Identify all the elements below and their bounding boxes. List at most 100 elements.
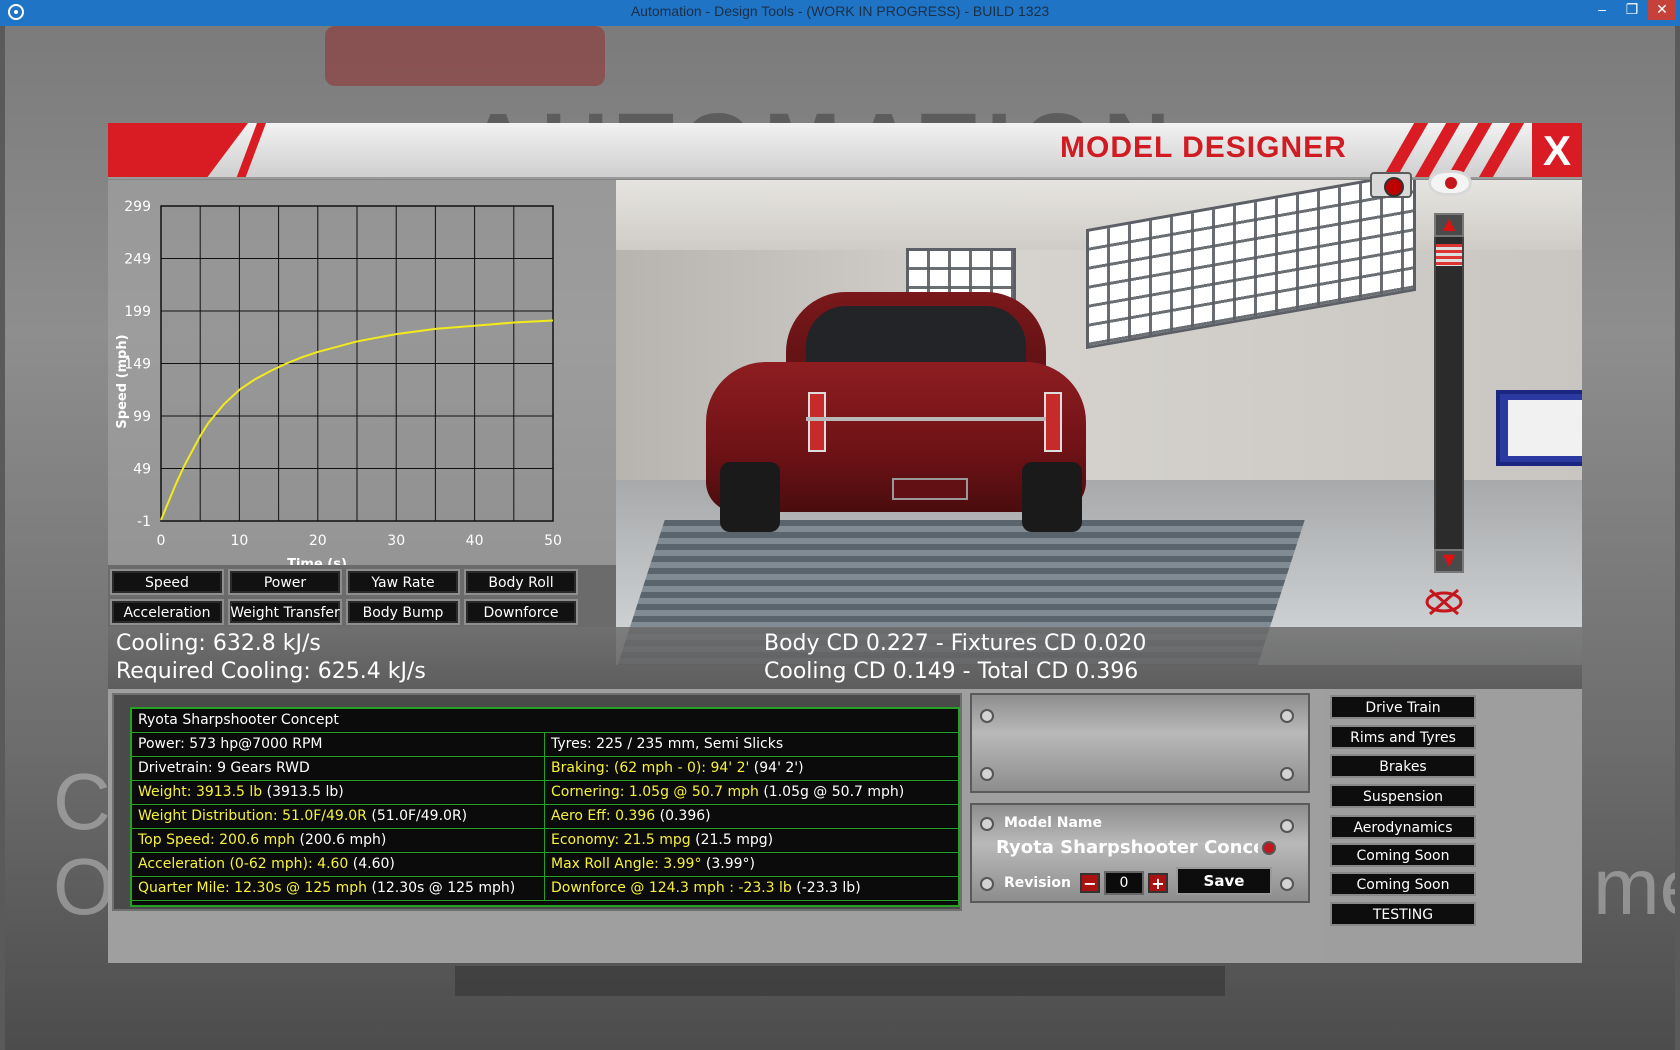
minimize-button[interactable]: – bbox=[1588, 0, 1616, 20]
zoom-scrollbar[interactable] bbox=[1434, 213, 1464, 573]
stat-cell-right: Braking: (62 mph - 0): 94' 2' (94' 2') bbox=[545, 757, 958, 781]
stat-value: Weight: 3913.5 lb bbox=[138, 784, 263, 800]
car-wheel bbox=[720, 462, 780, 532]
stat-reference: (4.60) bbox=[348, 856, 395, 872]
table-row: Quarter Mile: 12.30s @ 125 mph (12.30s @… bbox=[132, 877, 958, 901]
stat-cell-left: Quarter Mile: 12.30s @ 125 mph (12.30s @… bbox=[132, 877, 545, 901]
table-row: Power: 573 hp@7000 RPM Tyres: 225 / 235 m… bbox=[132, 733, 958, 757]
stat-reference: (51.0F/49.0R) bbox=[366, 808, 468, 824]
designer-menu: Drive Train Rims and Tyres Brakes Suspen… bbox=[1324, 689, 1582, 963]
graph-body-roll-button[interactable]: Body Roll bbox=[464, 569, 578, 595]
revision-decrement-button[interactable]: − bbox=[1080, 873, 1100, 893]
stats-frame: Ryota Sharpshooter Concept Power: 573 hp… bbox=[112, 693, 962, 911]
menu-suspension[interactable]: Suspension bbox=[1330, 784, 1476, 808]
close-designer-button[interactable]: X bbox=[1532, 123, 1582, 177]
background-red-shape bbox=[325, 26, 605, 86]
bottom-panel: Ryota Sharpshooter Concept Power: 573 hp… bbox=[108, 689, 1582, 963]
bolt-icon bbox=[980, 709, 994, 723]
stat-cell-right: Economy: 21.5 mpg (21.5 mpg) bbox=[545, 829, 958, 853]
drag-coefficients-2: Cooling CD 0.149 - Total CD 0.396 bbox=[764, 659, 1139, 684]
stat-cell-left: Weight Distribution: 51.0F/49.0R (51.0F/… bbox=[132, 805, 545, 829]
background-bar bbox=[455, 966, 1225, 996]
model-name-field[interactable]: Ryota Sharpshooter Concept bbox=[996, 837, 1258, 858]
hide-view-icon[interactable] bbox=[1424, 588, 1464, 616]
bolt-icon bbox=[980, 817, 994, 831]
save-button[interactable]: Save bbox=[1176, 867, 1272, 895]
bolt-icon bbox=[980, 877, 994, 891]
bolt-icon bbox=[980, 767, 994, 781]
graph-power-button[interactable]: Power bbox=[228, 569, 342, 595]
stat-value: Economy: 21.5 mpg bbox=[551, 832, 691, 848]
background-text-c: C bbox=[53, 757, 111, 846]
bolt-icon bbox=[1280, 819, 1294, 833]
graph-body-bump-button[interactable]: Body Bump bbox=[346, 599, 460, 625]
revision-label: Revision bbox=[1004, 875, 1071, 891]
graph-speed-button[interactable]: Speed bbox=[110, 569, 224, 595]
y-tick-label: 49 bbox=[133, 462, 151, 478]
scroll-thumb[interactable] bbox=[1436, 244, 1462, 266]
stat-cell-right: Downforce @ 124.3 mph : -23.3 lb (-23.3 … bbox=[545, 877, 958, 901]
window-title: Automation - Design Tools - (WORK IN PRO… bbox=[630, 3, 1050, 19]
table-row: Drivetrain: 9 Gears RWD Braking: (62 mph … bbox=[132, 757, 958, 781]
table-row: Weight: 3913.5 lb (3913.5 lb) Cornering: … bbox=[132, 781, 958, 805]
x-axis-label: Time (s) bbox=[287, 557, 347, 565]
stat-reference: (3.99°) bbox=[701, 856, 756, 872]
graph-downforce-button[interactable]: Downforce bbox=[464, 599, 578, 625]
speed-chart: 0 10 20 30 40 50-14999149199249299Time (s)Spe… bbox=[115, 199, 562, 565]
stat-reference: (0.396) bbox=[655, 808, 711, 824]
stat-value: Power: 573 hp@7000 RPM bbox=[138, 736, 323, 752]
stat-cell-left: Weight: 3913.5 lb (3913.5 lb) bbox=[132, 781, 545, 805]
eye-icon[interactable] bbox=[1428, 170, 1472, 196]
table-row: Weight Distribution: 51.0F/49.0R (51.0F/… bbox=[132, 805, 958, 829]
stat-value: Downforce @ 124.3 mph : -23.3 lb bbox=[551, 880, 792, 896]
graph-acceleration-button[interactable]: Acceleration bbox=[110, 599, 224, 625]
stat-cell-right: Aero Eff: 0.396 (0.396) bbox=[545, 805, 958, 829]
stat-cell-left: Acceleration (0-62 mph): 4.60 (4.60) bbox=[132, 853, 545, 877]
background-text-o: O bbox=[53, 842, 116, 931]
graph-yaw-rate-button[interactable]: Yaw Rate bbox=[346, 569, 460, 595]
y-tick-label: -1 bbox=[137, 514, 151, 530]
stat-reference: (200.6 mph) bbox=[295, 832, 387, 848]
graph-buttons: Speed Power Yaw Rate Body Roll Accelerat… bbox=[108, 565, 616, 627]
menu-coming-soon-2[interactable]: Coming Soon bbox=[1330, 872, 1476, 896]
stat-value: Cornering: 1.05g @ 50.7 mph bbox=[551, 784, 759, 800]
y-tick-label: 99 bbox=[133, 409, 151, 425]
window-header: MODEL DESIGNER X bbox=[108, 123, 1582, 179]
empty-plate bbox=[970, 693, 1310, 793]
model-name-label: Model Name bbox=[1004, 815, 1102, 831]
table-row: Acceleration (0-62 mph): 4.60 (4.60) Max … bbox=[132, 853, 958, 877]
close-window-button[interactable]: ✕ bbox=[1648, 0, 1676, 20]
stat-value: Aero Eff: 0.396 bbox=[551, 808, 656, 824]
menu-testing[interactable]: TESTING bbox=[1330, 902, 1476, 926]
revision-increment-button[interactable]: + bbox=[1148, 873, 1168, 893]
page-title: MODEL DESIGNER bbox=[1060, 131, 1347, 164]
stat-value: Acceleration (0-62 mph): 4.60 bbox=[138, 856, 349, 872]
scroll-down-button[interactable]: ▼ bbox=[1434, 549, 1464, 573]
stat-cell-left: Top Speed: 200.6 mph (200.6 mph) bbox=[132, 829, 545, 853]
stat-reference: (1.05g @ 50.7 mph) bbox=[758, 784, 905, 800]
camera-icon[interactable] bbox=[1370, 172, 1412, 198]
stat-cell-right: Tyres: 225 / 235 mm, Semi Slicks bbox=[545, 733, 958, 757]
edit-name-icon[interactable] bbox=[1262, 841, 1276, 855]
menu-aerodynamics[interactable]: Aerodynamics bbox=[1330, 815, 1476, 839]
menu-brakes[interactable]: Brakes bbox=[1330, 754, 1476, 778]
menu-coming-soon-1[interactable]: Coming Soon bbox=[1330, 843, 1476, 867]
y-tick-label: 199 bbox=[124, 304, 151, 320]
table-row: Ryota Sharpshooter Concept bbox=[132, 709, 958, 733]
maximize-button[interactable]: ❐ bbox=[1618, 0, 1646, 20]
stat-value: Drivetrain: 9 Gears RWD bbox=[138, 760, 310, 776]
menu-drive-train[interactable]: Drive Train bbox=[1330, 695, 1476, 719]
menu-rims-and-tyres[interactable]: Rims and Tyres bbox=[1330, 725, 1476, 749]
car-trim bbox=[806, 417, 1046, 421]
scroll-up-button[interactable]: ▲ bbox=[1434, 213, 1464, 237]
stat-value: Quarter Mile: 12.30s @ 125 mph bbox=[138, 880, 368, 896]
car-license-plate bbox=[892, 478, 968, 500]
stat-value: Max Roll Angle: 3.99° bbox=[551, 856, 702, 872]
car-stats-table: Ryota Sharpshooter Concept Power: 573 hp… bbox=[130, 707, 960, 907]
graph-weight-transfer-button[interactable]: Weight Transfer bbox=[228, 599, 342, 625]
stat-value: Tyres: 225 / 235 mm, Semi Slicks bbox=[551, 736, 784, 752]
table-row: Top Speed: 200.6 mph (200.6 mph) Economy:… bbox=[132, 829, 958, 853]
bolt-icon bbox=[1280, 709, 1294, 723]
stat-cell-right: Max Roll Angle: 3.99° (3.99°) bbox=[545, 853, 958, 877]
x-tick-label: 20 bbox=[309, 533, 327, 549]
